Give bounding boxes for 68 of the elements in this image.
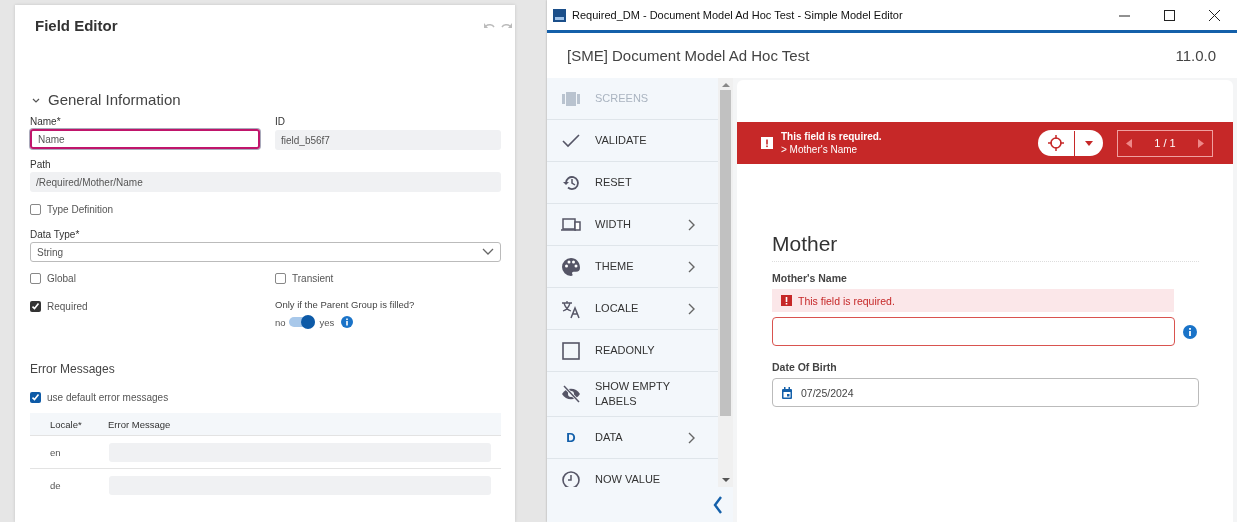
checkbox[interactable] <box>30 392 41 403</box>
field-label: Data Type* <box>30 229 81 242</box>
table-cell: en <box>30 435 108 469</box>
column-header: Locale* <box>30 413 108 436</box>
data-type-dropdown[interactable]: String <box>30 242 501 262</box>
scroll-up-icon[interactable] <box>721 82 730 88</box>
toggle-label: Only if the Parent Group is filled? <box>275 299 416 310</box>
error-message: This field is required. <box>781 130 883 143</box>
date-field[interactable]: 07/25/2024 <box>772 378 1199 407</box>
checkbox-label: use default error messages <box>47 392 169 403</box>
version-label: 11.0.0 <box>1175 47 1216 64</box>
field-label: ID <box>275 116 286 129</box>
chevron-down-icon <box>482 248 494 256</box>
path-field[interactable]: /Required/Mother/Name <box>30 172 501 192</box>
eye-slash-icon <box>561 384 581 404</box>
data-icon: D <box>561 430 581 445</box>
checkbox[interactable] <box>30 273 41 284</box>
toggle-switch[interactable] <box>288 317 315 327</box>
chevron-right-icon <box>688 302 696 315</box>
app-title: [SME] Document Model Ad Hoc Test <box>567 47 810 64</box>
alert-icon <box>781 295 792 306</box>
name-field[interactable]: Name <box>30 129 260 149</box>
checkbox-label: Type Definition <box>47 204 114 215</box>
checkbox-label: Required <box>47 301 88 312</box>
chevron-right-icon <box>688 260 696 273</box>
next-icon[interactable] <box>1198 138 1204 148</box>
collapse-chevron-icon[interactable] <box>713 495 723 514</box>
checkbox-label: Global <box>47 273 76 284</box>
clock-icon <box>561 469 581 487</box>
id-field[interactable]: field_b56f7 <box>275 130 501 150</box>
field-label: Path <box>30 159 52 172</box>
translate-icon <box>561 298 581 319</box>
field-label: Mother's Name <box>772 272 848 284</box>
palette-icon <box>561 256 581 277</box>
table-cell: de <box>30 468 108 501</box>
field-label: Name* <box>30 116 62 129</box>
previous-icon[interactable] <box>1126 138 1132 148</box>
checkbox[interactable] <box>30 204 41 215</box>
checkbox[interactable] <box>275 273 286 284</box>
validation-message: This field is required. <box>772 289 1174 312</box>
error-link[interactable]: > Mother's Name <box>781 143 1038 156</box>
window-title: Required_DM - Document Model Ad Hoc Test - Simple Model Editor <box>572 9 904 21</box>
section-title: Error Messages <box>30 362 116 376</box>
locate-button[interactable] <box>1038 130 1103 156</box>
maximize-icon[interactable] <box>1164 9 1175 21</box>
close-icon[interactable] <box>1209 9 1220 21</box>
sidebar-item[interactable]: THEME <box>547 246 718 288</box>
text-field[interactable] <box>772 317 1175 346</box>
section-header[interactable]: General Information <box>30 91 501 108</box>
chevron-right-icon <box>688 431 696 444</box>
scroll-down-icon[interactable] <box>721 477 730 483</box>
panel-title: Field Editor <box>35 16 118 34</box>
field-label: Date Of Birth <box>772 361 838 373</box>
checkbox-label: Transient <box>292 273 334 284</box>
section-heading: Mother <box>772 232 1199 262</box>
checkbox[interactable] <box>30 301 41 312</box>
info-icon[interactable] <box>341 316 354 328</box>
toggle-option: yes <box>319 316 335 328</box>
alert-icon <box>761 137 773 149</box>
chevron-right-icon <box>688 218 696 231</box>
column-header: Error Message <box>108 413 501 436</box>
pager-count: 1 / 1 <box>1154 137 1176 149</box>
toggle-option: no <box>275 316 286 328</box>
square-icon <box>561 340 581 361</box>
calendar-icon <box>781 386 793 399</box>
scrollbar[interactable] <box>718 78 733 487</box>
info-icon[interactable] <box>1183 324 1197 339</box>
app-logo-icon <box>553 8 566 22</box>
